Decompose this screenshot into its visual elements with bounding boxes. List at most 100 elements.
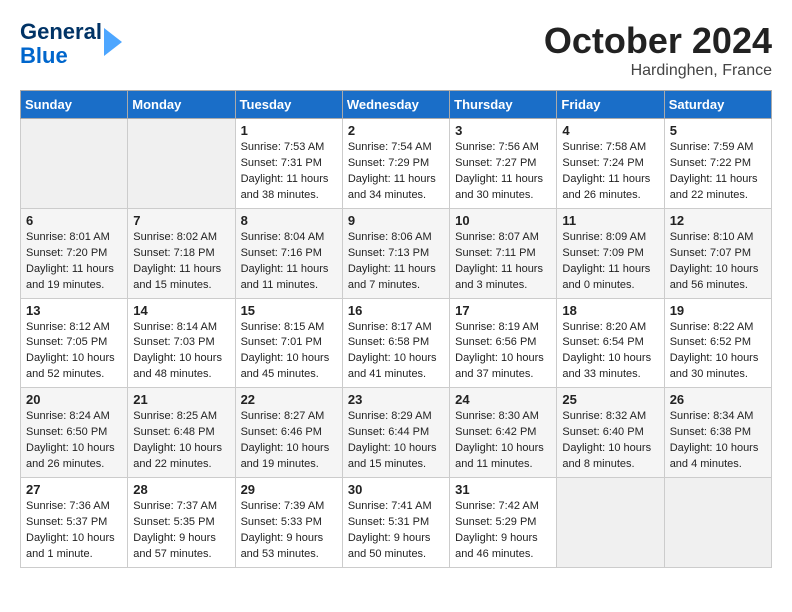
day-number: 11 [562,213,658,228]
sunset-text: Sunset: 6:44 PM [348,426,429,438]
sunrise-text: Sunrise: 7:56 AM [455,141,539,153]
sunrise-text: Sunrise: 8:32 AM [562,410,646,422]
calendar-cell: 18Sunrise: 8:20 AMSunset: 6:54 PMDayligh… [557,298,664,388]
sunset-text: Sunset: 7:16 PM [241,247,322,259]
daylight-text: Daylight: 11 hours and 11 minutes. [241,263,329,291]
day-number: 28 [133,482,229,497]
header-day-saturday: Saturday [664,91,771,119]
calendar-cell: 21Sunrise: 8:25 AMSunset: 6:48 PMDayligh… [128,388,235,478]
title-block: October 2024 Hardinghen, France [544,20,772,80]
sunrise-text: Sunrise: 8:19 AM [455,321,539,333]
calendar-cell: 24Sunrise: 8:30 AMSunset: 6:42 PMDayligh… [450,388,557,478]
daylight-text: Daylight: 10 hours and 56 minutes. [670,263,759,291]
calendar-cell: 2Sunrise: 7:54 AMSunset: 7:29 PMDaylight… [342,119,449,209]
daylight-text: Daylight: 11 hours and 7 minutes. [348,263,436,291]
sunrise-text: Sunrise: 8:12 AM [26,321,110,333]
calendar-cell: 27 Sunrise: 7:36 AM Sunset: 5:37 PM Dayligh… [21,478,128,568]
header-day-sunday: Sunday [21,91,128,119]
day-number: 15 [241,303,337,318]
sunset-text: Sunset: 6:40 PM [562,426,643,438]
week-row-2: 6Sunrise: 8:01 AMSunset: 7:20 PMDaylight… [21,208,772,298]
cell-content: Sunrise: 8:17 AMSunset: 6:58 PMDaylight:… [348,320,444,384]
week-row-4: 20Sunrise: 8:24 AMSunset: 6:50 PMDayligh… [21,388,772,478]
sunset-text: Sunset: 6:38 PM [670,426,751,438]
calendar-cell: 28 Sunrise: 7:37 AMSunset: 5:35 PMDayligh… [128,478,235,568]
cell-content: Sunrise: 8:15 AMSunset: 7:01 PMDaylight:… [241,320,337,384]
calendar-cell: 5Sunrise: 7:59 AMSunset: 7:22 PMDaylight… [664,119,771,209]
daylight-text: Daylight: 10 hours and 48 minutes. [133,352,222,380]
daylight-text: Daylight: 10 hours and 11 minutes. [455,442,544,470]
cell-content: Sunrise: 8:32 AM Sunset: 6:40 PM Daylight:… [562,409,658,473]
cell-content: Sunrise: 8:06 AMSunset: 7:13 PMDaylight:… [348,230,444,294]
header-day-tuesday: Tuesday [235,91,342,119]
cell-content: Sunrise: 8:25 AMSunset: 6:48 PMDaylight:… [133,409,229,473]
cell-content: Sunrise: 7:37 AMSunset: 5:35 PMDaylight:… [133,499,229,563]
daylight-text: Daylight: 11 hours and 15 minutes. [133,263,221,291]
day-number: 30 [348,482,444,497]
header-day-thursday: Thursday [450,91,557,119]
cell-content: Sunrise: 8:04 AMSunset: 7:16 PMDaylight:… [241,230,337,294]
sunset-text: Sunset: 7:29 PM [348,157,429,169]
cell-content: Sunrise: 7:39 AMSunset: 5:33 PMDaylight:… [241,499,337,563]
header-day-wednesday: Wednesday [342,91,449,119]
daylight-text: Daylight: 9 hours and 46 minutes. [455,532,538,560]
day-number: 19 [670,303,766,318]
sunrise-text: Sunrise: 7:39 AM [241,500,325,512]
calendar-cell: 17Sunrise: 8:19 AMSunset: 6:56 PMDayligh… [450,298,557,388]
day-number: 17 [455,303,551,318]
sunset-text: Sunset: 7:11 PM [455,247,536,259]
sunrise-text: Sunrise: 8:30 AM [455,410,539,422]
sunset-text: Sunset: 6:52 PM [670,336,751,348]
sunset-text: Sunset: 5:29 PM [455,516,536,528]
daylight-text: Daylight: 11 hours and 38 minutes. [241,173,329,201]
sunrise-text: Sunrise: 8:15 AM [241,321,325,333]
calendar-cell [664,478,771,568]
cell-content: Sunrise: 8:20 AMSunset: 6:54 PMDaylight:… [562,320,658,384]
sunset-text: Sunset: 6:58 PM [348,336,429,348]
calendar-cell: 26Sunrise: 8:34 AMSunset: 6:38 PMDayligh… [664,388,771,478]
sunrise-text: Sunrise: 7:41 AM [348,500,432,512]
sunrise-text: Sunrise: 8:02 AM [133,231,217,243]
daylight-text: Daylight: 9 hours and 57 minutes. [133,532,216,560]
cell-content: Sunrise: 8:09 AMSunset: 7:09 PMDaylight:… [562,230,658,294]
calendar-cell: 30Sunrise: 7:41 AMSunset: 5:31 PMDayligh… [342,478,449,568]
calendar-cell [557,478,664,568]
calendar-cell: 23Sunrise: 8:29 AMSunset: 6:44 PMDayligh… [342,388,449,478]
sunrise-text: Sunrise: 8:34 AM [670,410,754,422]
day-number: 2 [348,123,444,138]
day-number: 29 [241,482,337,497]
calendar-cell: 16Sunrise: 8:17 AMSunset: 6:58 PMDayligh… [342,298,449,388]
cell-content: Sunrise: 7:56 AMSunset: 7:27 PMDaylight:… [455,140,551,204]
calendar-cell: 4Sunrise: 7:58 AMSunset: 7:24 PMDaylight… [557,119,664,209]
day-number: 1 [241,123,337,138]
sunrise-text: Sunrise: 8:22 AM [670,321,754,333]
calendar-cell [128,119,235,209]
calendar-cell [21,119,128,209]
sunrise-text: Sunrise: 8:06 AM [348,231,432,243]
sunrise-text: Sunrise: 8:01 AM [26,231,110,243]
daylight-text: Daylight: 10 hours and 8 minutes. [562,442,651,470]
daylight-text: Daylight: 10 hours and 41 minutes. [348,352,437,380]
sunset-text: Sunset: 5:37 PM [26,516,107,528]
calendar-cell: 9Sunrise: 8:06 AMSunset: 7:13 PMDaylight… [342,208,449,298]
calendar-cell: 15 Sunrise: 8:15 AMSunset: 7:01 PMDayligh… [235,298,342,388]
sunrise-text: Sunrise: 8:10 AM [670,231,754,243]
sunrise-text: Sunrise: 7:36 AM [26,500,110,512]
sunrise-text: Sunrise: 8:09 AM [562,231,646,243]
daylight-text: Daylight: 10 hours and 30 minutes. [670,352,759,380]
sunrise-text: Sunrise: 7:58 AM [562,141,646,153]
daylight-text: Daylight: 9 hours and 50 minutes. [348,532,431,560]
daylight-text: Daylight: 10 hours and 1 minute. [26,532,115,560]
sunset-text: Sunset: 7:07 PM [670,247,751,259]
cell-content: Sunrise: 8:02 AMSunset: 7:18 PMDaylight:… [133,230,229,294]
calendar-cell: 1Sunrise: 7:53 AMSunset: 7:31 PMDaylight… [235,119,342,209]
week-row-5: 27 Sunrise: 7:36 AM Sunset: 5:37 PM Dayligh… [21,478,772,568]
day-number: 7 [133,213,229,228]
header-day-monday: Monday [128,91,235,119]
sunset-text: Sunset: 6:48 PM [133,426,214,438]
day-number: 27 [26,482,122,497]
cell-content: Sunrise: 7:42 AMSunset: 5:29 PMDaylight:… [455,499,551,563]
daylight-text: Daylight: 11 hours and 30 minutes. [455,173,543,201]
week-row-1: 1Sunrise: 7:53 AMSunset: 7:31 PMDaylight… [21,119,772,209]
sunset-text: Sunset: 6:54 PM [562,336,643,348]
